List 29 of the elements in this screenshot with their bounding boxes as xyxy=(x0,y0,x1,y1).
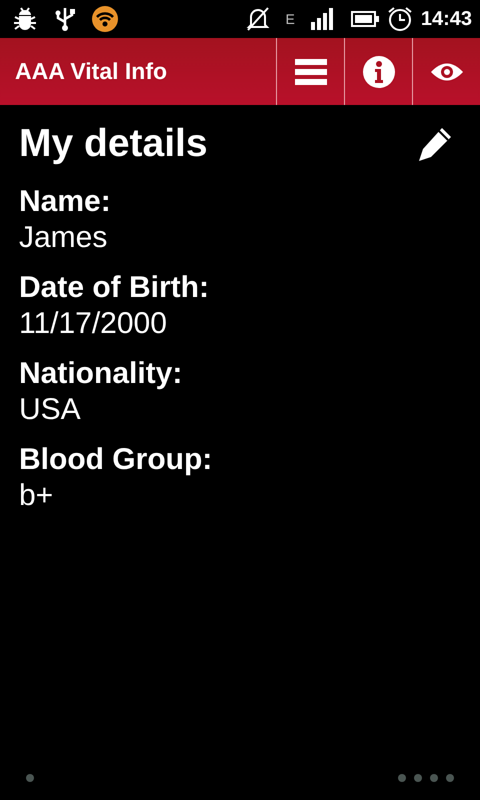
signal-icon xyxy=(310,8,335,30)
page-dot xyxy=(26,774,34,782)
page-dot xyxy=(398,774,406,782)
info-icon xyxy=(362,56,394,88)
field-value: USA xyxy=(19,392,82,428)
usb-icon xyxy=(54,6,76,32)
field-value: 11/17/2000 xyxy=(19,306,168,342)
alarm-clock-icon xyxy=(386,6,413,32)
battery-icon xyxy=(350,11,379,27)
field-label: Date of Birth: xyxy=(19,270,210,306)
clock-time: 14:43 xyxy=(420,7,472,32)
field-value: b+ xyxy=(19,478,54,514)
page-dot xyxy=(446,774,454,782)
field-label: Nationality: xyxy=(19,356,184,392)
menu-icon xyxy=(294,58,326,86)
bug-icon xyxy=(12,7,38,31)
muted-bell-icon xyxy=(246,6,270,32)
eye-icon xyxy=(430,60,462,82)
data-type-indicator: E xyxy=(286,10,295,28)
edit-button[interactable] xyxy=(416,126,454,162)
page-dot xyxy=(414,774,422,782)
page-heading: My details xyxy=(19,121,208,167)
app-title: AAA Vital Info xyxy=(14,57,168,86)
field-label: Name: xyxy=(19,184,112,220)
field-label: Blood Group: xyxy=(19,442,214,478)
pencil-icon xyxy=(416,126,454,162)
wifi-icon xyxy=(92,6,118,32)
field-value: James xyxy=(19,220,108,256)
page-dot xyxy=(430,774,438,782)
